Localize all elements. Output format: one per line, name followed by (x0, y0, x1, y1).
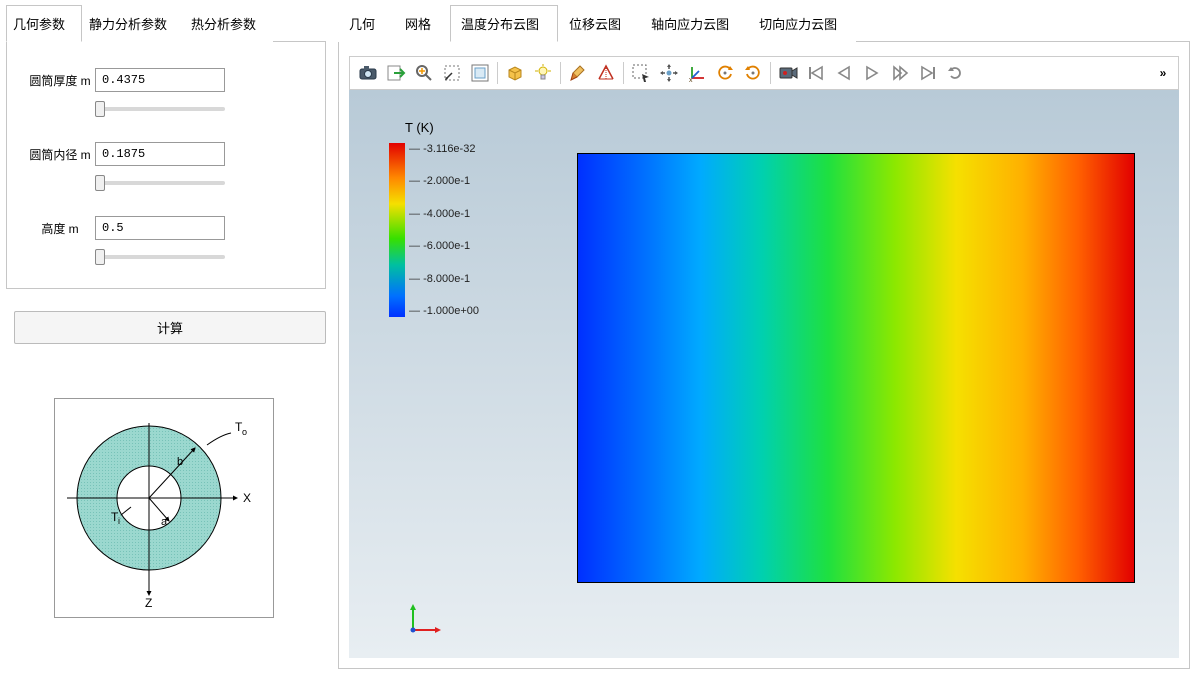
tab-displacement-contour[interactable]: 位移云图 (558, 5, 640, 42)
legend-tick: -3.116e-32 (409, 143, 479, 155)
compute-button[interactable]: 计算 (14, 311, 326, 344)
last-frame-icon[interactable] (914, 59, 942, 87)
tab-temp-contour[interactable]: 温度分布云图 (450, 5, 558, 42)
thickness-slider[interactable] (95, 107, 225, 111)
tab-mesh[interactable]: 网格 (394, 5, 450, 42)
svg-text:Z: Z (145, 596, 152, 610)
legend-tick: -6.000e-1 (409, 240, 479, 252)
orientation-triad-icon (405, 598, 445, 638)
tab-thermal-params[interactable]: 热分析参数 (184, 5, 273, 42)
zoom-icon[interactable] (410, 59, 438, 87)
select-box-icon[interactable] (627, 59, 655, 87)
left-tabs: 几何参数 静力分析参数 热分析参数 (6, 4, 326, 42)
toolbar-overflow-icon[interactable]: » (1152, 59, 1174, 87)
axes-triad-icon[interactable]: x (683, 59, 711, 87)
temperature-contour-plot (577, 153, 1135, 583)
toolbar-separator (770, 62, 771, 84)
legend-tick: -2.000e-1 (409, 175, 479, 187)
param-label-height: 高度 m (25, 220, 95, 237)
svg-text:i: i (118, 516, 120, 526)
left-panel: 几何参数 静力分析参数 热分析参数 圆筒厚度 m 圆筒内径 m 高度 m 计算 (0, 0, 332, 673)
params-box: 圆筒厚度 m 圆筒内径 m 高度 m (6, 42, 326, 289)
legend-tick: -1.000e+00 (409, 305, 479, 317)
prev-frame-icon[interactable] (830, 59, 858, 87)
param-label-inner-radius: 圆筒内径 m (25, 146, 95, 163)
viewer-toolbar: x (349, 56, 1179, 90)
cross-section-diagram: To Ti a b X Z (54, 398, 274, 618)
svg-text:o: o (242, 427, 247, 437)
legend-title: T (K) (405, 120, 479, 135)
rotate-ccw-icon[interactable] (711, 59, 739, 87)
camera-icon[interactable] (354, 59, 382, 87)
viewer-wrap: x (338, 42, 1190, 669)
legend-tick: -8.000e-1 (409, 273, 479, 285)
right-tabs: 几何 网格 温度分布云图 位移云图 轴向应力云图 切向应力云图 (338, 4, 1190, 42)
play-icon[interactable] (858, 59, 886, 87)
next-frame-icon[interactable] (886, 59, 914, 87)
export-icon[interactable] (382, 59, 410, 87)
svg-text:x: x (689, 77, 693, 83)
svg-text:a: a (161, 516, 168, 528)
rotate-cw-icon[interactable] (739, 59, 767, 87)
first-frame-icon[interactable] (802, 59, 830, 87)
toolbar-separator (560, 62, 561, 84)
height-slider[interactable] (95, 255, 225, 259)
legend-tick: -4.000e-1 (409, 208, 479, 220)
clean-brush-icon[interactable] (564, 59, 592, 87)
legend-colorbar (389, 143, 405, 317)
toolbar-separator (497, 62, 498, 84)
legend-ticks: -3.116e-32 -2.000e-1 -4.000e-1 -6.000e-1… (409, 143, 479, 317)
tab-static-params[interactable]: 静力分析参数 (82, 5, 184, 42)
fit-window-icon[interactable] (466, 59, 494, 87)
param-row-height: 高度 m (25, 216, 307, 240)
slider-row-inner-radius (95, 172, 225, 190)
height-input[interactable] (95, 216, 225, 240)
video-record-icon[interactable] (774, 59, 802, 87)
svg-text:X: X (243, 491, 251, 505)
toolbar-separator (623, 62, 624, 84)
param-row-thickness: 圆筒厚度 m (25, 68, 307, 92)
legend: T (K) -3.116e-32 -2.000e-1 -4.000e-1 -6.… (389, 120, 479, 317)
annulus-diagram-svg: To Ti a b X Z (59, 403, 269, 613)
right-panel: 几何 网格 温度分布云图 位移云图 轴向应力云图 切向应力云图 (332, 0, 1196, 673)
box-display-icon[interactable] (501, 59, 529, 87)
thickness-input[interactable] (95, 68, 225, 92)
tab-tangential-stress-contour[interactable]: 切向应力云图 (748, 5, 856, 42)
measure-icon[interactable] (592, 59, 620, 87)
light-icon[interactable] (529, 59, 557, 87)
render-viewport[interactable]: T (K) -3.116e-32 -2.000e-1 -4.000e-1 -6.… (349, 90, 1179, 658)
inner-radius-slider[interactable] (95, 181, 225, 185)
tab-geometry-params[interactable]: 几何参数 (6, 5, 82, 42)
param-row-inner-radius: 圆筒内径 m (25, 142, 307, 166)
param-label-thickness: 圆筒厚度 m (25, 72, 95, 89)
inner-radius-input[interactable] (95, 142, 225, 166)
pan-icon[interactable] (655, 59, 683, 87)
tab-axial-stress-contour[interactable]: 轴向应力云图 (640, 5, 748, 42)
tab-geometry[interactable]: 几何 (338, 5, 394, 42)
slider-row-thickness (95, 98, 225, 116)
slider-row-height (95, 246, 225, 264)
rubber-band-zoom-icon[interactable] (438, 59, 466, 87)
svg-text:b: b (177, 456, 183, 468)
loop-icon[interactable] (942, 59, 970, 87)
